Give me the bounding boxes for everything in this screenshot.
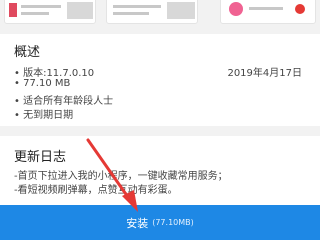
section-divider [0, 26, 320, 34]
overview-version: • 版本:11.7.0.10 [14, 68, 95, 79]
overview-title: 概述 [14, 45, 41, 60]
changelog-title: 更新日志 [14, 150, 67, 165]
screenshot-thumbnail[interactable] [4, 0, 96, 24]
overview-expiry: • 无到期日期 [14, 110, 74, 121]
overview-size: • 77.10 MB [14, 78, 71, 89]
screenshot-strip[interactable] [0, 0, 320, 26]
section-divider [0, 126, 320, 136]
screenshot-thumbnail[interactable] [106, 0, 198, 24]
screenshot-thumbnail[interactable] [220, 0, 316, 24]
install-label: 安装 [126, 216, 149, 230]
changelog-line: -看短视频刷弹幕，点赞互动有彩蛋。 [14, 185, 178, 196]
changelog-line: -首页下拉进入我的小程序，一键收藏常用服务； [14, 171, 228, 182]
install-size: (77.10MB) [152, 218, 194, 227]
overview-section: 概述 • 版本:11.7.0.10 2019年4月17日 • 77.10 MB … [0, 34, 320, 132]
overview-age-rating: • 适合所有年龄段人士 [14, 96, 114, 107]
install-button[interactable]: 安装 (77.10MB) [0, 205, 320, 240]
overview-date: 2019年4月17日 [227, 68, 302, 79]
changelog-section: 更新日志 -首页下拉进入我的小程序，一键收藏常用服务； -看短视频刷弹幕，点赞互… [0, 136, 320, 205]
